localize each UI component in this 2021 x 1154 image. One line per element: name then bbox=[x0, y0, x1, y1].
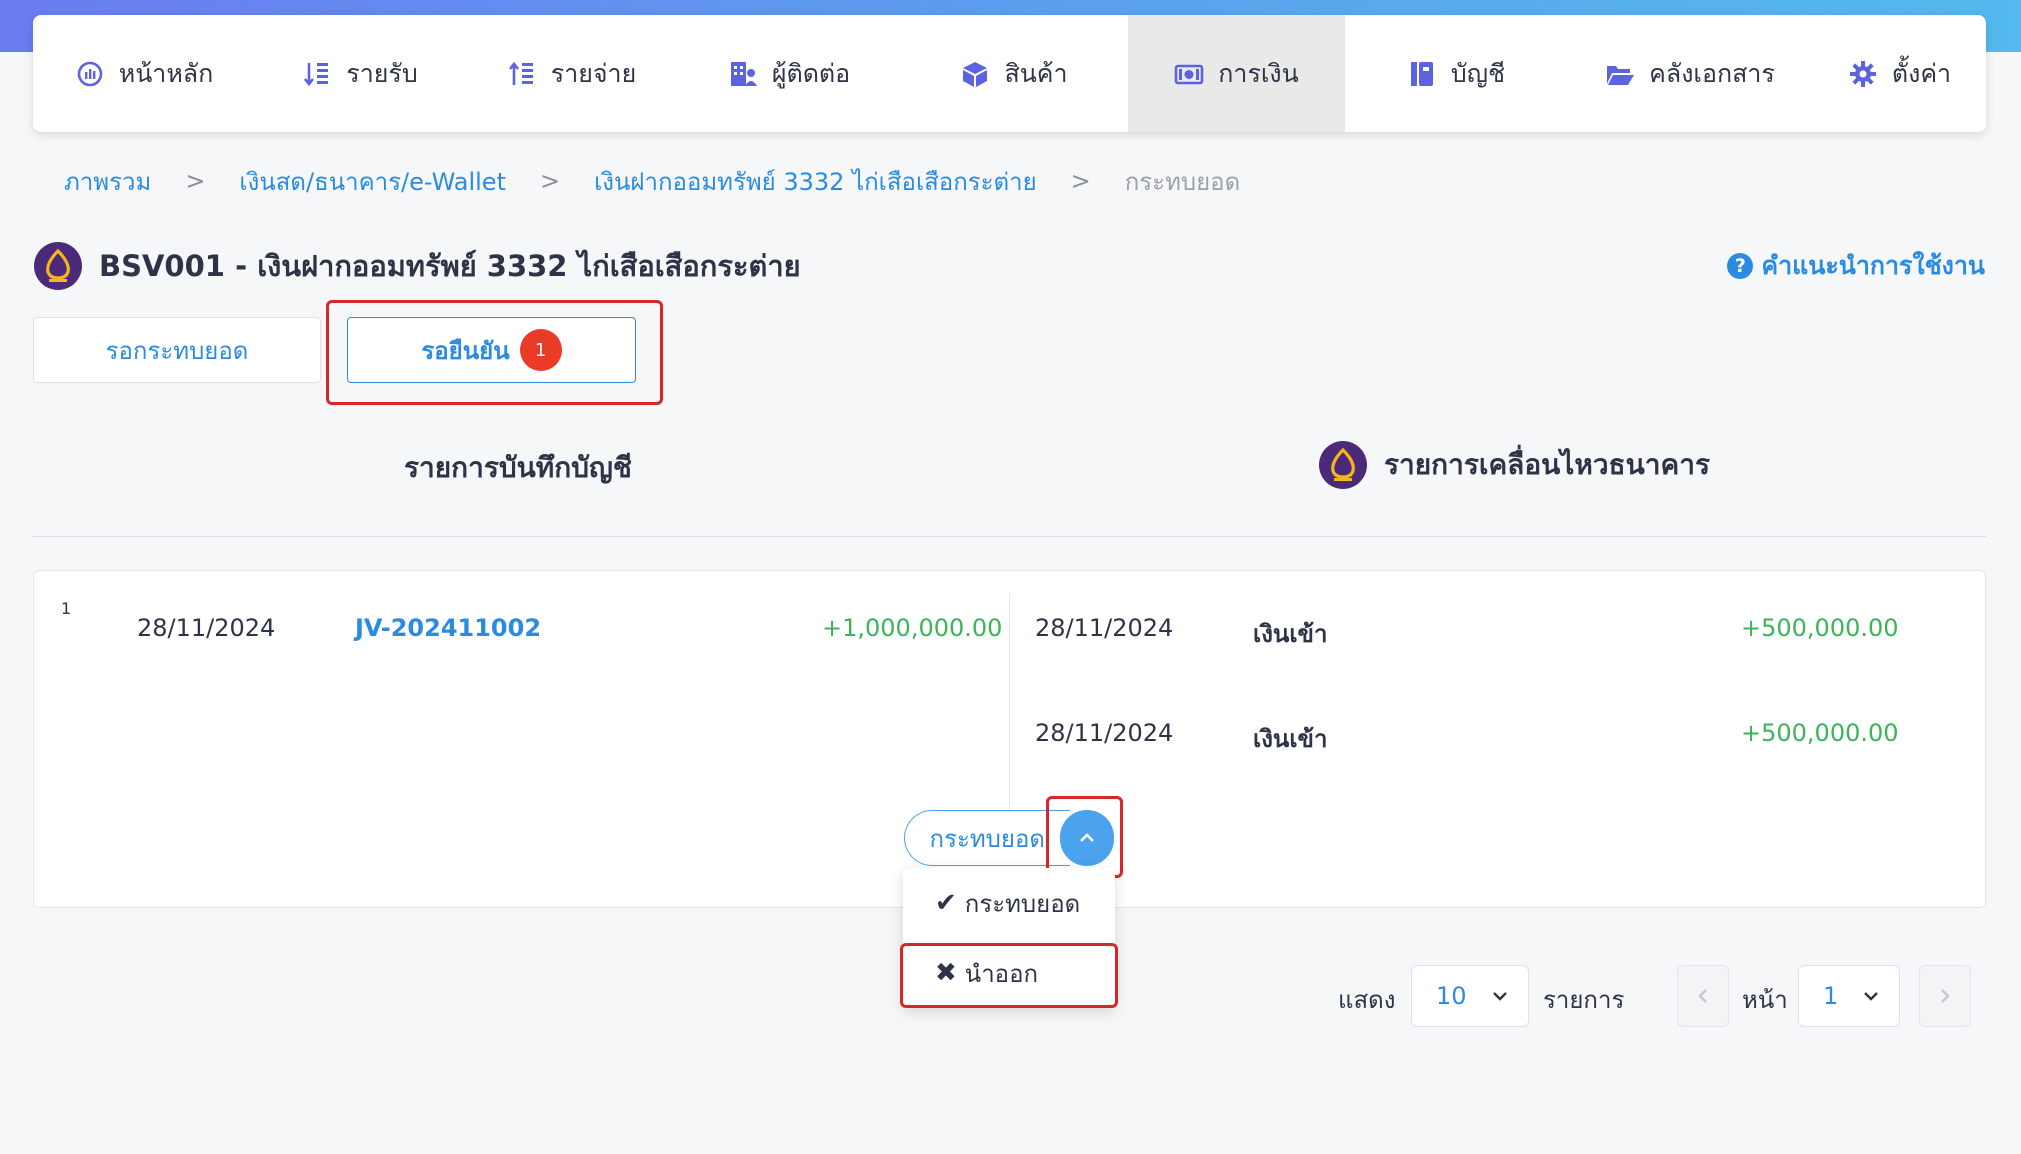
bank-amount: +500,000.00 bbox=[1741, 719, 1899, 747]
ledger-doc-link[interactable]: JV-202411002 bbox=[355, 614, 541, 642]
show-label: แสดง bbox=[1338, 986, 1396, 1014]
dashboard-gauge-icon bbox=[75, 59, 105, 89]
tab-label: รอยืนยัน bbox=[421, 336, 510, 365]
ledger-amount: +1,000,000.00 bbox=[822, 614, 1003, 642]
box-icon bbox=[960, 59, 990, 89]
items-label: รายการ bbox=[1543, 986, 1625, 1014]
check-icon: ✔ bbox=[935, 888, 957, 918]
page-select[interactable]: 1 bbox=[1798, 965, 1900, 1027]
row-index: 1 bbox=[61, 599, 72, 618]
action-dropdown-menu: ✔ กระทบยอด ✖ นำออก bbox=[903, 868, 1115, 1008]
nav-label: รายรับ bbox=[346, 58, 418, 88]
nav-item-settings[interactable]: ตั้งค่า bbox=[1813, 15, 1986, 132]
prev-page-button[interactable] bbox=[1677, 965, 1729, 1027]
main-navbar: หน้าหลัก รายรับ รายจ่าย ผู้ติดต่อ สินค้า… bbox=[33, 15, 1986, 132]
bank-column-header: รายการเคลื่อนไหวธนาคาร bbox=[1318, 440, 1710, 490]
nav-item-home[interactable]: หน้าหลัก bbox=[33, 15, 255, 132]
question-circle-icon: ? bbox=[1727, 253, 1754, 279]
breadcrumb-separator: > bbox=[1070, 167, 1091, 195]
nav-item-products[interactable]: สินค้า bbox=[900, 15, 1128, 132]
ledger-book-icon bbox=[1407, 59, 1437, 89]
breadcrumb-overview[interactable]: ภาพรวม bbox=[64, 162, 151, 201]
column-divider bbox=[1009, 593, 1010, 813]
gear-icon bbox=[1848, 59, 1878, 89]
breadcrumb: ภาพรวม > เงินสด/ธนาคาร/e-Wallet > เงินฝา… bbox=[64, 165, 1240, 197]
bank-date: 28/11/2024 bbox=[1035, 719, 1174, 747]
nav-label: ผู้ติดต่อ bbox=[771, 58, 851, 88]
bank-column-title: รายการเคลื่อนไหวธนาคาร bbox=[1384, 448, 1711, 481]
chevron-down-icon bbox=[1493, 992, 1507, 1001]
nav-item-income[interactable]: รายรับ bbox=[255, 15, 465, 132]
nav-item-expense[interactable]: รายจ่าย bbox=[465, 15, 678, 132]
chevron-left-icon bbox=[1698, 989, 1707, 1003]
bank-amount: +500,000.00 bbox=[1741, 614, 1899, 642]
nav-label: รายจ่าย bbox=[550, 58, 637, 88]
dropdown-toggle-button[interactable] bbox=[1059, 810, 1114, 866]
nav-label: หน้าหลัก bbox=[118, 58, 214, 88]
expense-sort-icon bbox=[507, 59, 537, 89]
breadcrumb-cash-bank[interactable]: เงินสด/ธนาคาร/e-Wallet bbox=[239, 162, 506, 201]
nav-item-finance[interactable]: การเงิน bbox=[1128, 15, 1345, 132]
breadcrumb-current: กระทบยอด bbox=[1124, 167, 1241, 196]
chevron-right-icon bbox=[1941, 989, 1950, 1003]
bank-logo-icon bbox=[1318, 440, 1368, 490]
chevron-up-icon bbox=[1079, 833, 1094, 842]
ledger-date: 28/11/2024 bbox=[137, 614, 276, 642]
menu-item-remove[interactable]: ✖ นำออก bbox=[903, 945, 1115, 1001]
income-sort-icon bbox=[302, 59, 332, 89]
nav-label: บัญชี bbox=[1450, 58, 1506, 88]
chevron-down-icon bbox=[1864, 992, 1878, 1001]
close-icon: ✖ bbox=[935, 958, 957, 988]
money-icon bbox=[1174, 59, 1204, 89]
section-divider bbox=[33, 536, 1986, 537]
help-label: คำแนะนำการใช้งาน bbox=[1761, 251, 1985, 280]
menu-item-label: นำออก bbox=[964, 959, 1039, 988]
breadcrumb-separator: > bbox=[539, 167, 561, 195]
reconcile-button[interactable]: กระทบยอด bbox=[904, 810, 1070, 866]
breadcrumb-separator: > bbox=[185, 167, 206, 195]
bank-date: 28/11/2024 bbox=[1035, 614, 1174, 642]
page-label: หน้า bbox=[1742, 986, 1788, 1014]
bank-logo-icon bbox=[33, 241, 83, 291]
nav-item-contacts[interactable]: ผู้ติดต่อ bbox=[678, 15, 900, 132]
nav-label: คลังเอกสาร bbox=[1649, 58, 1775, 88]
tab-label: รอกระทบยอด bbox=[105, 336, 249, 365]
reconcile-split-button: กระทบยอด bbox=[904, 810, 1114, 866]
nav-item-accounting[interactable]: บัญชี bbox=[1345, 15, 1567, 132]
nav-label: สินค้า bbox=[1004, 58, 1068, 88]
page-title: BSV001 - เงินฝากออมทรัพย์ 3332 ไก่เสือเส… bbox=[99, 249, 801, 283]
page-size-select[interactable]: 10 bbox=[1411, 965, 1529, 1027]
menu-item-label: กระทบยอด bbox=[964, 889, 1081, 918]
contacts-building-icon bbox=[728, 59, 758, 89]
breadcrumb-account[interactable]: เงินฝากออมทรัพย์ 3332 ไก่เสือเสือกระต่าย bbox=[594, 162, 1037, 201]
ledger-column-title: รายการบันทึกบัญชี bbox=[404, 451, 632, 484]
nav-label: ตั้งค่า bbox=[1891, 58, 1952, 88]
bank-description: เงินเข้า bbox=[1253, 620, 1328, 648]
page-value: 1 bbox=[1823, 982, 1839, 1010]
page-size-value: 10 bbox=[1436, 982, 1467, 1010]
nav-item-documents[interactable]: คลังเอกสาร bbox=[1567, 15, 1813, 132]
count-badge: 1 bbox=[519, 329, 562, 371]
tab-awaiting-confirm[interactable]: รอยืนยัน 1 bbox=[347, 317, 636, 383]
bank-description: เงินเข้า bbox=[1253, 725, 1328, 753]
page-header: BSV001 - เงินฝากออมทรัพย์ 3332 ไก่เสือเส… bbox=[33, 240, 801, 292]
menu-item-reconcile[interactable]: ✔ กระทบยอด bbox=[903, 875, 1115, 931]
help-link[interactable]: ? คำแนะนำการใช้งาน bbox=[1727, 249, 1985, 283]
tab-pending-reconcile[interactable]: รอกระทบยอด bbox=[33, 317, 321, 383]
next-page-button[interactable] bbox=[1919, 965, 1971, 1027]
nav-label: การเงิน bbox=[1218, 58, 1299, 88]
folder-open-icon bbox=[1605, 59, 1635, 89]
